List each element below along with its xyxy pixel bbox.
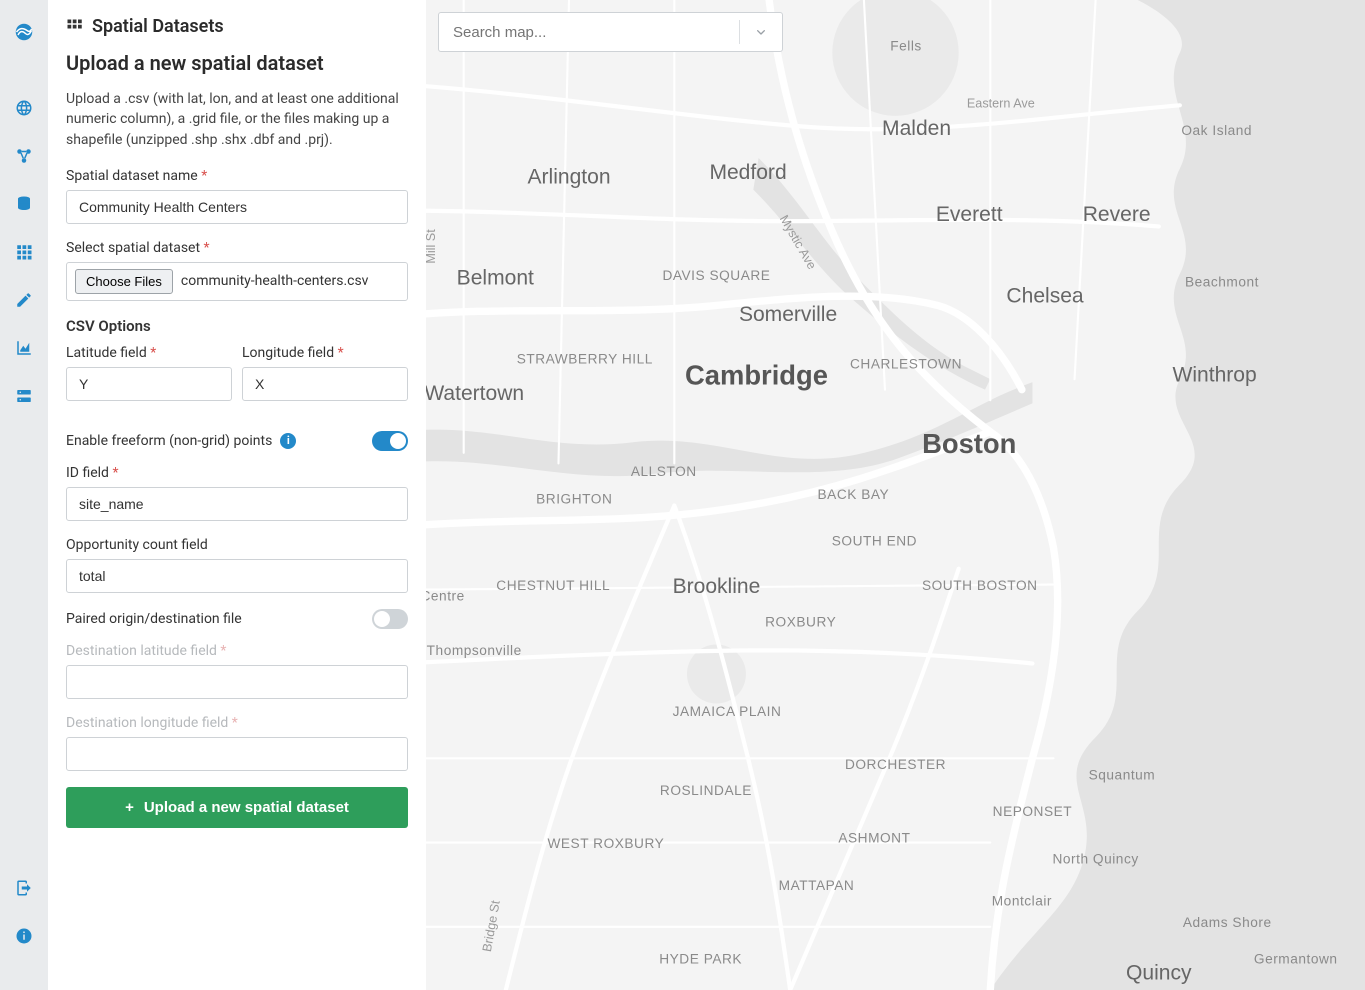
paired-label: Paired origin/destination file bbox=[66, 611, 242, 627]
file-picker: Choose Files community-health-centers.cs… bbox=[66, 262, 408, 301]
freeform-toggle[interactable] bbox=[372, 431, 408, 451]
selected-file-name: community-health-centers.csv bbox=[181, 273, 369, 289]
map-label: Revere bbox=[1083, 203, 1151, 226]
map-label: Medford bbox=[709, 161, 786, 184]
map-label: Watertown bbox=[426, 382, 524, 405]
map-label: Brookline bbox=[673, 575, 761, 598]
map-label: Everett bbox=[936, 203, 1003, 226]
id-field-input[interactable] bbox=[66, 487, 408, 521]
dest-lon-input bbox=[66, 737, 408, 771]
chart-icon[interactable] bbox=[0, 324, 48, 372]
plus-icon: + bbox=[125, 799, 134, 816]
longitude-label: Longitude field * bbox=[242, 345, 408, 361]
map-label: Thompsonville bbox=[427, 643, 522, 658]
network-icon[interactable] bbox=[0, 132, 48, 180]
map-label: SOUTH END bbox=[832, 534, 917, 549]
id-field-label: ID field * bbox=[66, 465, 408, 481]
sub-title: Upload a new spatial dataset bbox=[66, 51, 408, 75]
nav-rail bbox=[0, 0, 48, 990]
map-label: Centre bbox=[426, 588, 465, 603]
map-canvas[interactable]: Boston Cambridge Somerville Brookline Medfor… bbox=[426, 0, 1365, 990]
map-label: BRIGHTON bbox=[536, 491, 612, 506]
choose-files-button[interactable]: Choose Files bbox=[75, 269, 173, 294]
map-label: Quincy bbox=[1126, 961, 1192, 984]
dest-lat-label: Destination latitude field * bbox=[66, 643, 408, 659]
search-dropdown-button[interactable] bbox=[740, 24, 782, 40]
map-label: NEPONSET bbox=[993, 804, 1073, 819]
map-label: Chelsea bbox=[1006, 284, 1084, 307]
map-label: Somerville bbox=[739, 303, 837, 326]
map-label: WEST ROXBURY bbox=[547, 836, 664, 851]
latitude-label: Latitude field * bbox=[66, 345, 232, 361]
map-search-input[interactable] bbox=[439, 24, 739, 41]
map-label: Arlington bbox=[527, 165, 610, 188]
map-label: Beachmont bbox=[1185, 274, 1259, 289]
map-label: ROSLINDALE bbox=[660, 783, 752, 798]
map-label: Cambridge bbox=[685, 359, 828, 390]
map-label: CHESTNUT HILL bbox=[496, 578, 610, 593]
chevron-down-icon bbox=[753, 24, 769, 40]
map-label: ROXBURY bbox=[765, 615, 836, 630]
map-label: MATTAPAN bbox=[779, 878, 855, 893]
map-label: Squantum bbox=[1089, 767, 1156, 782]
map-label: Adams Shore bbox=[1183, 915, 1272, 930]
longitude-input[interactable] bbox=[242, 367, 408, 401]
logout-icon[interactable] bbox=[0, 864, 48, 912]
map-label: Montclair bbox=[992, 894, 1052, 909]
opportunity-input[interactable] bbox=[66, 559, 408, 593]
map-label: CHARLESTOWN bbox=[850, 357, 962, 372]
map-label: Fells bbox=[890, 39, 922, 54]
map-label: Winthrop bbox=[1173, 363, 1257, 386]
map-label: Eastern Ave bbox=[967, 96, 1035, 110]
csv-options-heading: CSV Options bbox=[66, 317, 408, 335]
map-label: Malden bbox=[882, 117, 951, 140]
dest-lat-input bbox=[66, 665, 408, 699]
section-title-text: Spatial Datasets bbox=[92, 16, 224, 37]
map-area[interactable]: Boston Cambridge Somerville Brookline Medfor… bbox=[426, 0, 1365, 990]
form-panel: Spatial Datasets Upload a new spatial da… bbox=[48, 0, 426, 990]
logo-icon[interactable] bbox=[0, 8, 48, 56]
latitude-input[interactable] bbox=[66, 367, 232, 401]
map-label: DORCHESTER bbox=[845, 757, 946, 772]
grid-icon[interactable] bbox=[0, 228, 48, 276]
edit-icon[interactable] bbox=[0, 276, 48, 324]
map-label: JAMAICA PLAIN bbox=[673, 704, 782, 719]
map-label: SOUTH BOSTON bbox=[922, 578, 1038, 593]
upload-button[interactable]: + Upload a new spatial dataset bbox=[66, 787, 408, 828]
map-search-box bbox=[438, 12, 783, 52]
dest-lon-label: Destination longitude field * bbox=[66, 715, 408, 731]
map-label: STRAWBERRY HILL bbox=[517, 351, 653, 366]
dataset-name-input[interactable] bbox=[66, 190, 408, 224]
database-icon[interactable] bbox=[0, 180, 48, 228]
map-label: DAVIS SQUARE bbox=[662, 268, 770, 283]
section-title: Spatial Datasets bbox=[66, 16, 408, 37]
map-label: BACK BAY bbox=[818, 487, 890, 502]
map-label: Germantown bbox=[1254, 952, 1338, 967]
description-text: Upload a .csv (with lat, lon, and at lea… bbox=[66, 89, 408, 150]
info-badge-icon[interactable]: i bbox=[280, 433, 296, 449]
map-label: Oak Island bbox=[1181, 123, 1252, 138]
select-dataset-label: Select spatial dataset * bbox=[66, 240, 408, 256]
map-label: Belmont bbox=[457, 266, 534, 289]
dataset-name-label: Spatial dataset name * bbox=[66, 168, 408, 184]
map-label: ALLSTON bbox=[631, 464, 697, 479]
globe-icon[interactable] bbox=[0, 84, 48, 132]
grid-small-icon bbox=[66, 18, 84, 36]
map-label: Boston bbox=[922, 428, 1016, 459]
opportunity-label: Opportunity count field bbox=[66, 537, 408, 553]
map-label: Mill St bbox=[426, 229, 438, 264]
map-label: HYDE PARK bbox=[659, 952, 742, 967]
server-icon[interactable] bbox=[0, 372, 48, 420]
map-label: ASHMONT bbox=[838, 831, 910, 846]
upload-button-label: Upload a new spatial dataset bbox=[144, 799, 349, 816]
map-label: North Quincy bbox=[1053, 852, 1139, 867]
paired-toggle[interactable] bbox=[372, 609, 408, 629]
freeform-label: Enable freeform (non-grid) points bbox=[66, 433, 272, 449]
info-icon[interactable] bbox=[0, 912, 48, 960]
